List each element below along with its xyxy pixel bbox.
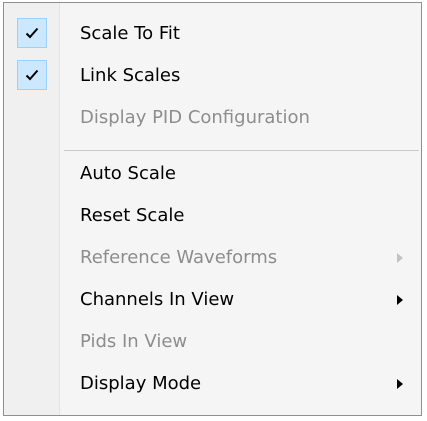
menu-item-label: Display Mode — [80, 373, 202, 394]
checkmark-icon — [25, 69, 39, 81]
menu-item-label: Reference Waveforms — [80, 247, 278, 268]
menu-item-label: Scale To Fit — [80, 23, 180, 44]
menu-item-label: Auto Scale — [80, 163, 176, 184]
menu-item-auto-scale[interactable]: Auto Scale — [4, 153, 421, 195]
menu-item-label: Reset Scale — [80, 205, 185, 226]
scale-to-fit-checkmark — [17, 18, 47, 48]
chevron-right-icon — [397, 253, 403, 263]
menu-item-label: Display PID Configuration — [80, 107, 310, 128]
chevron-right-icon — [397, 379, 403, 389]
menu-item-label: Pids In View — [80, 331, 188, 352]
menu-item-channels-in-view[interactable]: Channels In View — [4, 279, 421, 321]
menu-item-pids-in-view: Pids In View — [4, 321, 421, 363]
menu-item-label: Link Scales — [80, 65, 181, 86]
link-scales-checkmark — [17, 60, 47, 90]
checkmark-icon — [25, 27, 39, 39]
menu-item-display-pid-configuration: Display PID Configuration — [4, 97, 421, 139]
chevron-right-icon — [397, 295, 403, 305]
menu-item-label: Channels In View — [80, 289, 235, 310]
menu-item-reference-waveforms: Reference Waveforms — [4, 237, 421, 279]
menu-separator — [64, 150, 419, 151]
menu-item-display-mode[interactable]: Display Mode — [4, 363, 421, 405]
menu-item-reset-scale[interactable]: Reset Scale — [4, 195, 421, 237]
context-menu: Scale To Fit Link Scales Display PID Con… — [3, 2, 422, 416]
menu-item-link-scales[interactable]: Link Scales — [4, 55, 421, 97]
menu-item-scale-to-fit[interactable]: Scale To Fit — [4, 13, 421, 55]
